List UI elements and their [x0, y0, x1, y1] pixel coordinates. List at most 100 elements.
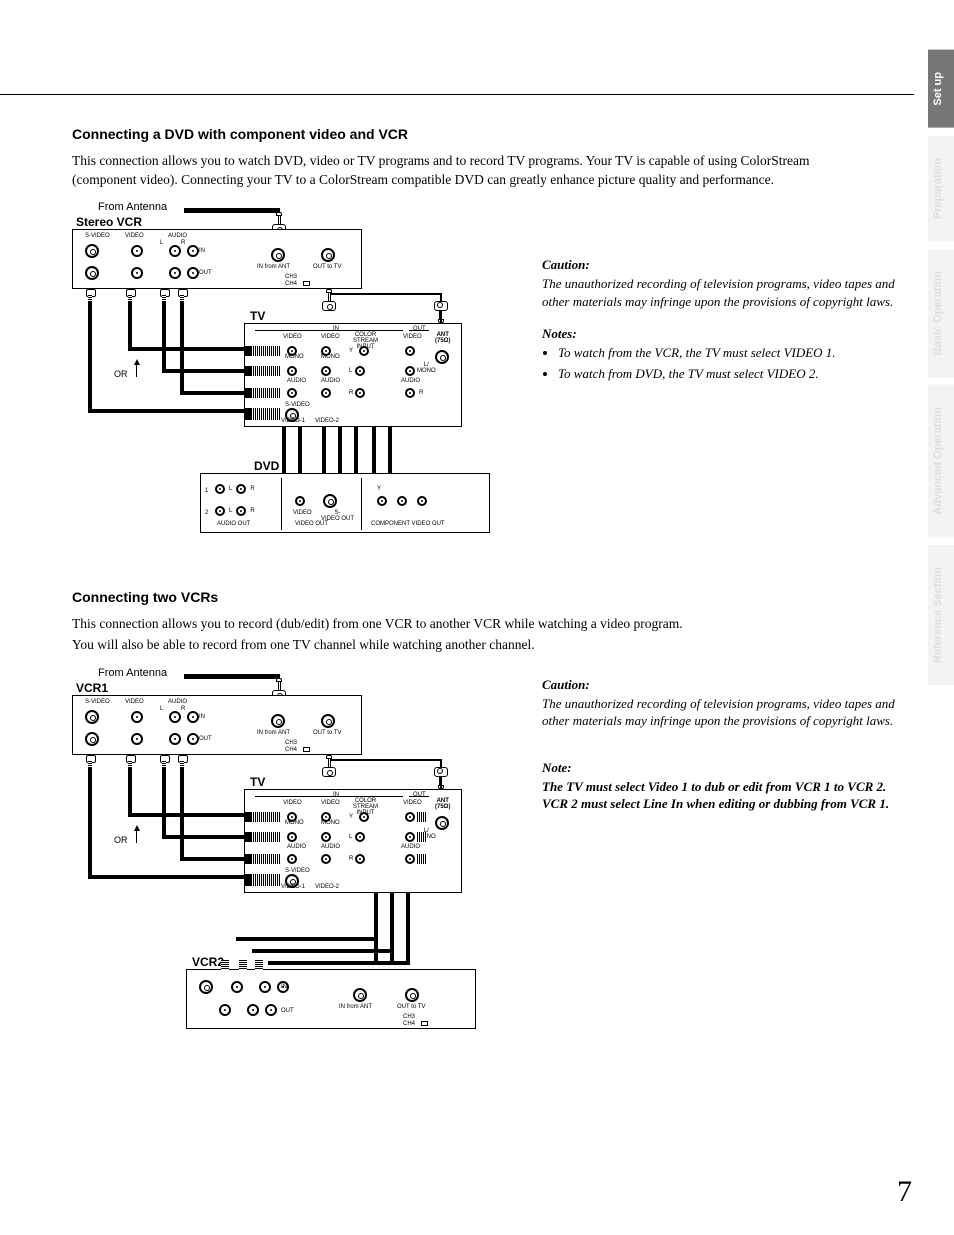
tv-ant: [435, 350, 449, 364]
notes-heading: Notes:: [542, 326, 914, 342]
video-out-lbl: VIDEO OUT: [295, 521, 328, 527]
audio2: AUDIO: [321, 378, 340, 384]
notes-list: To watch from the VCR, the TV must selec…: [542, 344, 914, 382]
tv-plug-sv: [245, 408, 281, 420]
page-content: Connecting a DVD with component video an…: [0, 0, 954, 1235]
tv-box-2: IN OUT VIDEO VIDEO COLOR STREAM INPUT VI…: [244, 789, 462, 893]
section1-title: Connecting a DVD with component video an…: [72, 126, 914, 142]
in-label: IN: [199, 248, 205, 254]
antenna-bar-2: [184, 674, 280, 679]
cable-al-h: [162, 369, 246, 373]
cable-sv: [88, 301, 92, 411]
note-item: To watch from DVD, the TV must select VI…: [558, 365, 914, 383]
section2-body2: You will also be able to record from one…: [72, 636, 872, 655]
cable-dvd-a1: [282, 427, 286, 473]
note-item: To watch from the VCR, the TV must selec…: [558, 344, 914, 362]
antenna-bar: [184, 208, 280, 213]
tv-l: L: [349, 368, 352, 374]
cable-dvd5: [388, 427, 392, 473]
tv-l-out: [405, 366, 415, 376]
out-label: OUT: [199, 270, 212, 276]
vcr1-box: S-VIDEO VIDEO AUDIO L R IN OUT IN from: [72, 695, 362, 755]
cable-dvd3: [354, 427, 358, 473]
section1-diagram: From Antenna Stereo VCR S-VIDEO VIDEO AU…: [72, 201, 502, 561]
svideo-lbl: S-VIDEO: [285, 402, 310, 408]
dvd-audio-2: L R: [215, 506, 255, 516]
or-label: OR: [114, 369, 128, 379]
dvd-audio-1: L R: [215, 484, 255, 494]
cable-sv-h: [88, 409, 246, 413]
vcr-out-row: [85, 266, 199, 280]
or-label-2: OR: [114, 835, 128, 845]
dvd-label: DVD: [254, 459, 279, 473]
tv-video: VIDEO: [283, 334, 302, 340]
cable-ar-h: [180, 391, 246, 395]
page-number: 7: [897, 1175, 912, 1209]
section2-body1: This connection allows you to record (du…: [72, 615, 872, 634]
section1-body: This connection allows you to watch DVD,…: [72, 152, 872, 189]
vcr-label: Stereo VCR: [76, 215, 142, 229]
section2-diagram: From Antenna VCR1 S-VIDEO VIDEO AUDIO L …: [72, 667, 502, 1057]
video-label: VIDEO: [125, 233, 144, 239]
tv-plug-1: [245, 346, 281, 356]
vcr1-label: VCR1: [76, 681, 108, 695]
tv-label: TV: [250, 309, 265, 323]
dvd-video: [295, 496, 305, 506]
mono2: MONO: [321, 354, 340, 360]
tv-r-out: [405, 388, 415, 398]
ch-switch: [303, 274, 310, 290]
out-to-tv-label: OUT to TV: [313, 264, 341, 270]
y-label: Y: [349, 348, 353, 354]
tv-plug-2: [245, 366, 281, 376]
tv-video-out-port: [405, 346, 415, 356]
from-antenna-label-2: From Antenna: [98, 667, 167, 679]
audio-out: AUDIO: [401, 378, 420, 384]
ch3-label: CH3: [285, 274, 297, 280]
note-body-2: The TV must select Video 1 to dub or edi…: [542, 778, 914, 813]
section1-row: From Antenna Stereo VCR S-VIDEO VIDEO AU…: [72, 201, 914, 561]
comp-out-lbl: COMPONENT VIDEO OUT: [371, 521, 445, 527]
ant-label: ANT (75Ω): [435, 332, 450, 344]
cable-al: [162, 301, 166, 371]
vcr-in-row: [85, 244, 199, 258]
video2-lbl: VIDEO-2: [315, 418, 339, 424]
tv-video-out: VIDEO: [403, 334, 422, 340]
tv-y: [359, 346, 369, 356]
or-arrow: [134, 359, 140, 365]
mono1: MONO: [285, 354, 304, 360]
one: 1: [205, 488, 208, 494]
tv-r: R: [349, 390, 353, 396]
section2-side-text: Caution: The unauthorized recording of t…: [542, 667, 914, 813]
coax-tv-in: [432, 301, 450, 323]
tv-video2: VIDEO: [321, 334, 340, 340]
cable-dvd-a2: [298, 427, 302, 473]
tv-label-2: TV: [250, 775, 265, 789]
two: 2: [205, 510, 208, 516]
caution-body: The unauthorized recording of television…: [542, 275, 914, 310]
tv-in: IN: [333, 326, 339, 332]
video1-lbl: VIDEO-1: [281, 418, 305, 424]
section1-side-text: Caution: The unauthorized recording of t…: [542, 201, 914, 384]
coax-line2h: [330, 293, 442, 295]
r-out: R: [419, 390, 423, 396]
caution-heading: Caution:: [542, 257, 914, 273]
svideo-label: S-VIDEO: [85, 233, 110, 239]
from-antenna-label: From Antenna: [98, 201, 167, 213]
ch4-label: CH4: [285, 281, 297, 287]
audio-out-lbl: AUDIO OUT: [217, 521, 250, 527]
vcr2-box: IN OUT IN from ANT OUT to TV CH3 CH4: [186, 969, 476, 1029]
tv-l-row: [287, 366, 365, 376]
note-heading-2: Note:: [542, 760, 914, 776]
vcr-ant-in: [271, 248, 285, 262]
dvd-component: [377, 496, 427, 506]
lmono: L/ MONO: [417, 362, 436, 374]
cable-dvd4: [372, 427, 376, 473]
caution-heading-2: Caution:: [542, 677, 914, 693]
vcr-ant-out: [321, 248, 335, 262]
section2-row: From Antenna VCR1 S-VIDEO VIDEO AUDIO L …: [72, 667, 914, 1057]
cable-dvd1: [322, 427, 326, 473]
dvd-video-lbl: VIDEO: [293, 510, 312, 516]
dvd-box: 1 2 L R L R AUDIO OUT VIDEO S- VIDE: [200, 473, 490, 533]
tv-out: OUT: [413, 326, 426, 332]
tv-box: IN OUT VIDEO VIDEO COLOR STREAM INPUT VI…: [244, 323, 462, 427]
